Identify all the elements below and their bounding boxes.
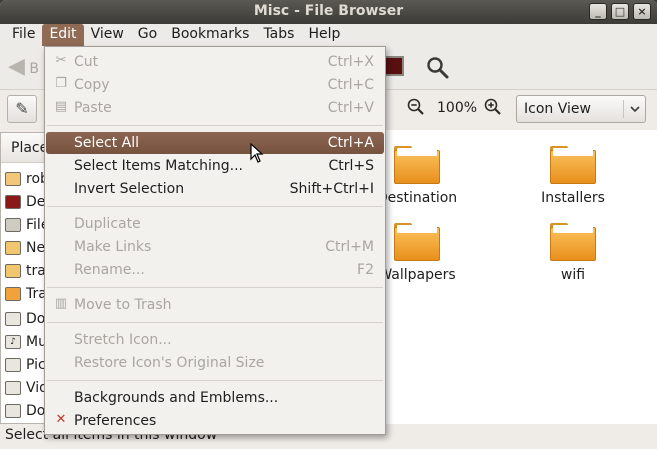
sidebar-item-label: Do — [26, 311, 46, 327]
menu-item-make-links[interactable]: Make Links Ctrl+M — [46, 236, 384, 258]
videos-icon — [5, 381, 21, 395]
menu-item-backgrounds-emblems[interactable]: Backgrounds and Emblems... — [46, 387, 384, 409]
sidebar-item-home[interactable]: rob — [5, 169, 49, 189]
back-label: B — [29, 61, 39, 77]
menu-go[interactable]: Go — [131, 24, 164, 46]
pictures-icon — [5, 358, 21, 372]
edit-menu: ✂ Cut Ctrl+X ❐ Copy Ctrl+C ▤ Paste Ctrl+… — [44, 46, 386, 435]
menu-item-paste[interactable]: ▤ Paste Ctrl+V — [46, 97, 384, 119]
file-item[interactable]: wifi — [518, 223, 628, 283]
menu-item-move-to-trash[interactable]: ▥ Move to Trash — [46, 294, 384, 316]
desktop-icon — [5, 195, 21, 209]
menu-item-cut[interactable]: ✂ Cut Ctrl+X — [46, 51, 384, 73]
title-bar[interactable]: Misc - File Browser _ □ × — [0, 0, 657, 24]
menu-separator — [47, 380, 383, 381]
menu-item-duplicate[interactable]: Duplicate — [46, 213, 384, 235]
zoom-in-icon[interactable] — [484, 98, 502, 121]
folder-icon — [394, 146, 440, 184]
menu-item-stretch-icon[interactable]: Stretch Icon... — [46, 329, 384, 351]
file-browser-window: Misc - File Browser _ □ × File Edit View… — [0, 0, 657, 449]
menu-bar: File Edit View Go Bookmarks Tabs Help — [0, 24, 657, 46]
copy-icon: ❐ — [55, 76, 67, 91]
menu-item-select-matching[interactable]: Select Items Matching... Ctrl+S — [46, 155, 384, 177]
drive-icon — [5, 264, 21, 278]
paste-icon: ▤ — [54, 99, 68, 114]
preferences-icon: ✕ — [55, 412, 67, 427]
folder-icon — [550, 146, 596, 184]
sidebar-item-label: De — [26, 194, 46, 210]
folder-icon — [394, 223, 440, 261]
zoom-level: 100% — [437, 100, 478, 116]
menu-help[interactable]: Help — [301, 24, 347, 46]
menu-file[interactable]: File — [5, 24, 42, 46]
sidebar-item-network[interactable]: Ne — [5, 238, 45, 258]
menu-item-restore-icon-size[interactable]: Restore Icon's Original Size — [46, 352, 384, 374]
menu-separator — [47, 206, 383, 207]
sidebar-item-label: Pic — [26, 357, 46, 373]
back-arrow-icon: ◀ — [8, 54, 25, 79]
sidebar-item-music[interactable]: ♪ Mu — [5, 332, 47, 352]
search-icon[interactable] — [426, 56, 450, 80]
folder-icon — [550, 223, 596, 261]
chevron-down-icon — [629, 99, 641, 122]
window-title: Misc - File Browser — [253, 3, 404, 19]
maximize-button[interactable]: □ — [611, 3, 629, 20]
view-mode-select[interactable]: Icon View — [516, 95, 646, 123]
documents-icon — [5, 312, 21, 326]
sidebar-item-label: tra — [26, 263, 46, 279]
sidebar-item-desktop[interactable]: De — [5, 192, 45, 212]
select-divider — [623, 100, 624, 118]
zoom-out-icon[interactable] — [407, 98, 425, 121]
pencil-icon[interactable]: ✎ — [7, 95, 37, 123]
sidebar-item-trash[interactable]: Tra — [5, 284, 47, 304]
menu-view[interactable]: View — [84, 24, 131, 46]
menu-separator — [47, 125, 383, 126]
sidebar-item-drive[interactable]: tra — [5, 261, 46, 281]
file-item[interactable]: Installers — [518, 146, 628, 206]
menu-item-copy[interactable]: ❐ Copy Ctrl+C — [46, 74, 384, 96]
filesystem-icon — [5, 218, 21, 232]
sidebar-item-downloads[interactable]: Do — [5, 401, 45, 421]
sidebar-item-filesystem[interactable]: File — [5, 215, 49, 235]
cut-icon: ✂ — [55, 53, 67, 68]
minimize-button[interactable]: _ — [589, 3, 607, 20]
menu-separator — [47, 322, 383, 323]
network-icon — [5, 241, 21, 255]
file-name: Installers — [541, 190, 605, 206]
sidebar-item-documents[interactable]: Do — [5, 309, 45, 329]
menu-item-select-all[interactable]: Select All Ctrl+A — [46, 132, 384, 154]
home-icon — [5, 172, 21, 186]
view-mode-value: Icon View — [524, 101, 591, 117]
menu-item-preferences[interactable]: ✕ Preferences — [46, 410, 384, 432]
sidebar-item-pictures[interactable]: Pic — [5, 355, 46, 375]
trash-icon: ▥ — [54, 296, 68, 311]
back-button[interactable]: ◀ B — [8, 54, 48, 82]
menu-separator — [47, 287, 383, 288]
trash-icon — [5, 287, 21, 301]
mouse-pointer-icon — [250, 143, 264, 163]
music-icon: ♪ — [5, 335, 21, 349]
close-button[interactable]: × — [633, 3, 651, 20]
sidebar-item-videos[interactable]: Vid — [5, 378, 48, 398]
menu-bookmarks[interactable]: Bookmarks — [164, 24, 256, 46]
file-name: wifi — [560, 267, 586, 283]
menu-item-rename[interactable]: Rename... F2 — [46, 259, 384, 281]
menu-tabs[interactable]: Tabs — [256, 24, 301, 46]
sidebar-item-label: Ne — [26, 240, 46, 256]
menu-edit[interactable]: Edit — [42, 24, 84, 46]
downloads-icon — [5, 404, 21, 418]
menu-item-invert-selection[interactable]: Invert Selection Shift+Ctrl+I — [46, 178, 384, 200]
sidebar-item-label: Do — [26, 403, 46, 419]
